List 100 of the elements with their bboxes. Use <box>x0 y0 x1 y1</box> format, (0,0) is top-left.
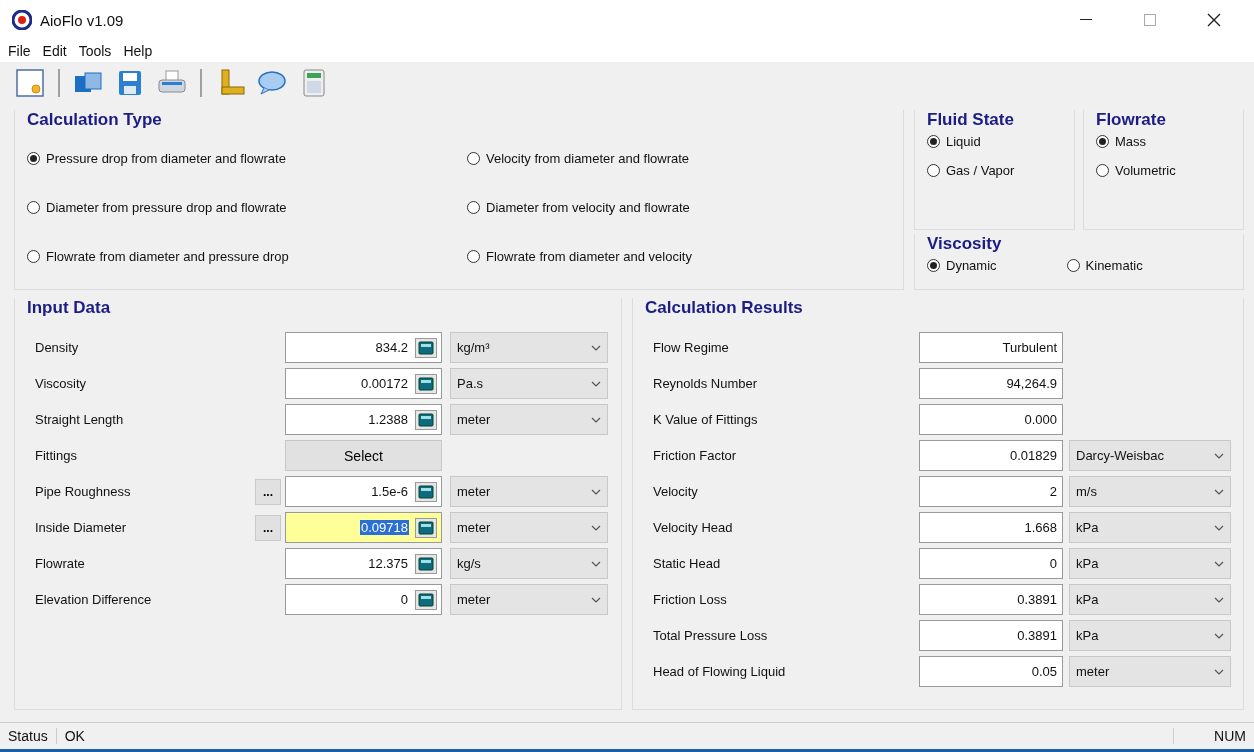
unit-dropdown[interactable]: meter <box>1069 656 1231 687</box>
chevron-down-icon <box>591 416 601 423</box>
result-label: Reynolds Number <box>653 376 759 391</box>
status-label: Status <box>0 728 57 744</box>
radio-option[interactable]: Kinematic <box>1066 258 1143 273</box>
radio-option[interactable]: Flowrate from diameter and pressure drop <box>27 249 467 264</box>
menu-item[interactable]: File <box>8 43 31 59</box>
unit-dropdown[interactable]: Darcy-Weisbac <box>1069 440 1231 471</box>
app-logo-icon <box>12 10 32 30</box>
chevron-down-icon <box>591 524 601 531</box>
radio-option[interactable]: Pressure drop from diameter and flowrate <box>27 151 467 166</box>
unit-dropdown[interactable]: kg/m³ <box>450 332 608 363</box>
unit-dropdown[interactable]: meter <box>450 584 608 615</box>
result-field: 0.05 <box>919 656 1063 687</box>
unit-dropdown[interactable]: meter <box>450 404 608 435</box>
result-label: Velocity Head <box>653 520 734 535</box>
number-input[interactable]: 0 <box>285 584 442 615</box>
browse-button[interactable]: ... <box>255 478 281 505</box>
calculator-icon[interactable] <box>415 589 437 610</box>
browse-button[interactable]: ... <box>255 514 281 541</box>
unit-dropdown[interactable]: m/s <box>1069 476 1231 507</box>
unit-dropdown[interactable]: kPa <box>1069 584 1231 615</box>
group-title: Calculation Type <box>27 110 163 130</box>
result-label: Velocity <box>653 484 699 499</box>
result-field: 2 <box>919 476 1063 507</box>
unit-dropdown[interactable]: kPa <box>1069 548 1231 579</box>
number-input[interactable]: 1.5e-6 <box>285 476 442 507</box>
chevron-down-icon <box>1214 596 1224 603</box>
chevron-down-icon <box>1214 668 1224 675</box>
status-text: OK <box>63 728 86 744</box>
result-label: Total Pressure Loss <box>653 628 769 643</box>
result-label: Friction Factor <box>653 448 738 463</box>
calculator-icon[interactable] <box>415 553 437 574</box>
unit-dropdown[interactable]: meter <box>450 512 608 543</box>
num-lock-indicator: NUM <box>1173 728 1254 744</box>
radio-option[interactable]: Mass <box>1096 134 1231 149</box>
chevron-down-icon <box>1214 632 1224 639</box>
result-field: Turbulent <box>919 332 1063 363</box>
unit-dropdown[interactable]: kg/s <box>450 548 608 579</box>
result-field: 0.3891 <box>919 584 1063 615</box>
calculator-icon[interactable] <box>415 517 437 538</box>
chevron-down-icon <box>591 560 601 567</box>
result-label: Static Head <box>653 556 722 571</box>
result-field: 0.3891 <box>919 620 1063 651</box>
chevron-down-icon <box>591 380 601 387</box>
result-label: K Value of Fittings <box>653 412 759 427</box>
window-title: AioFlo v1.09 <box>40 11 125 29</box>
menu-item[interactable]: Tools <box>78 43 112 59</box>
chevron-down-icon <box>1214 488 1224 495</box>
chevron-down-icon <box>591 344 601 351</box>
group-title: Input Data <box>27 298 112 318</box>
menu-item[interactable]: Help <box>123 43 153 59</box>
unit-dropdown[interactable]: kPa <box>1069 620 1231 651</box>
radio-option[interactable]: Diameter from velocity and flowrate <box>467 200 891 215</box>
radio-option[interactable]: Gas / Vapor <box>927 163 1062 178</box>
field-label: Elevation Difference <box>35 592 153 607</box>
chevron-down-icon <box>1214 560 1224 567</box>
group-title: Fluid State <box>927 110 1015 130</box>
result-field: 0.01829 <box>919 440 1063 471</box>
result-label: Friction Loss <box>653 592 728 607</box>
result-field: 0.000 <box>919 404 1063 435</box>
menu-item[interactable]: Edit <box>42 43 67 59</box>
unit-dropdown[interactable]: kPa <box>1069 512 1231 543</box>
calculator-icon[interactable] <box>415 373 437 394</box>
radio-option[interactable]: Diameter from pressure drop and flowrate <box>27 200 467 215</box>
result-field: 0 <box>919 548 1063 579</box>
chevron-down-icon <box>1214 524 1224 531</box>
result-field: 1.668 <box>919 512 1063 543</box>
result-field: 94,264.9 <box>919 368 1063 399</box>
field-label: Inside Diameter <box>35 520 128 535</box>
field-label: Density <box>35 340 80 355</box>
number-input[interactable]: 1.2388 <box>285 404 442 435</box>
radio-option[interactable]: Flowrate from diameter and velocity <box>467 249 891 264</box>
field-label: Straight Length <box>35 412 125 427</box>
field-label: Flowrate <box>35 556 86 571</box>
number-input[interactable]: 12.375 <box>285 548 442 579</box>
radio-option[interactable]: Volumetric <box>1096 163 1231 178</box>
group-title: Calculation Results <box>645 298 804 318</box>
unit-dropdown[interactable]: Pa.s <box>450 368 608 399</box>
radio-option[interactable]: Liquid <box>927 134 1062 149</box>
field-label: Pipe Roughness <box>35 484 132 499</box>
field-label: Viscosity <box>35 376 88 391</box>
calculator-icon[interactable] <box>415 409 437 430</box>
number-input[interactable]: 0.09718 <box>285 512 442 543</box>
chevron-down-icon <box>591 488 601 495</box>
calculator-icon[interactable] <box>415 481 437 502</box>
group-title: Flowrate <box>1096 110 1167 130</box>
calculator-icon[interactable] <box>415 337 437 358</box>
field-label: Fittings <box>35 448 78 463</box>
number-input[interactable]: 0.00172 <box>285 368 442 399</box>
unit-dropdown[interactable]: meter <box>450 476 608 507</box>
chevron-down-icon <box>591 596 601 603</box>
radio-option[interactable]: Velocity from diameter and flowrate <box>467 151 891 166</box>
result-label: Head of Flowing Liquid <box>653 664 787 679</box>
chevron-down-icon <box>1214 452 1224 459</box>
number-input[interactable]: 834.2 <box>285 332 442 363</box>
select-button[interactable]: Select <box>285 440 442 471</box>
radio-option[interactable]: Dynamic <box>927 258 997 273</box>
group-title: Viscosity <box>927 234 1003 254</box>
result-label: Flow Regime <box>653 340 730 355</box>
